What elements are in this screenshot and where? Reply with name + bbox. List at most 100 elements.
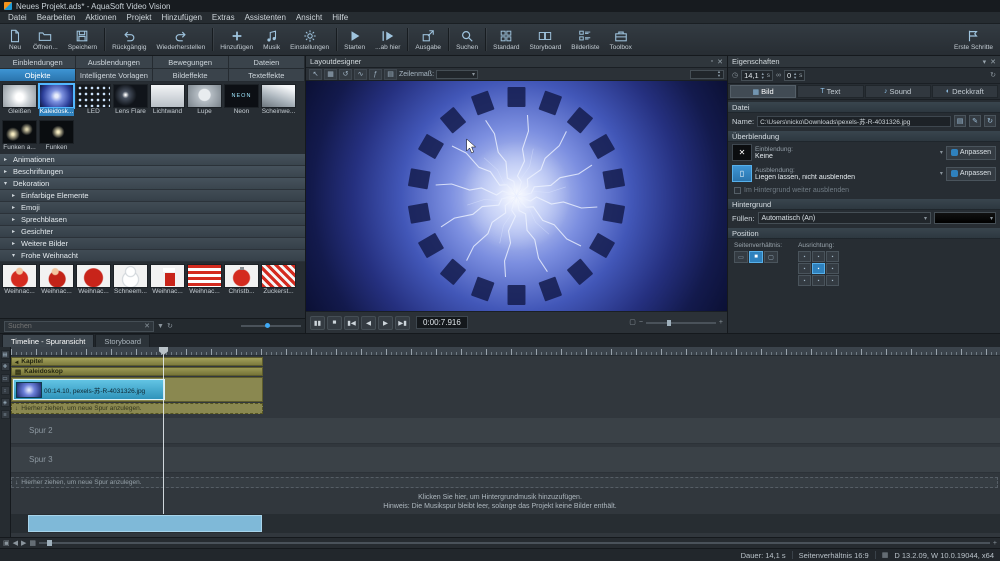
transport-button[interactable]: ▮▮ — [310, 316, 325, 330]
toolbar-button[interactable]: Neu — [2, 25, 28, 54]
timeline-tool-button[interactable]: ▦ — [1, 350, 10, 359]
new-track-drop-zone[interactable]: ↓ Hierher ziehen, um neue Spur anzulegen… — [11, 477, 998, 488]
pool-tab[interactable]: Bildeffekte — [153, 69, 229, 82]
zoom-in-icon[interactable]: + — [993, 540, 997, 547]
expander-icon[interactable]: ▸ — [12, 216, 18, 223]
tree-item[interactable]: ▸ Animationen — [0, 154, 305, 166]
ratio-original-button[interactable]: ▭ — [734, 251, 748, 263]
designer-tool-button[interactable]: ▦ — [324, 69, 337, 80]
browse-file-button[interactable]: ▤ — [954, 115, 966, 127]
thumbnail-size-slider[interactable] — [241, 325, 301, 327]
toolbar-button[interactable]: Speichern — [63, 25, 102, 54]
duration-field[interactable]: 14,1 ▲▼ s — [741, 70, 773, 81]
zoom-in-icon[interactable]: + — [719, 319, 723, 326]
align-top-left-button[interactable]: ▪ — [798, 251, 811, 262]
toolbar-button[interactable]: Hinzufügen — [215, 25, 258, 54]
tree-item[interactable]: ▸ Weitere Bilder — [0, 238, 305, 250]
music-track-hint[interactable]: Klicken Sie hier, um Hintergrundmusik hi… — [0, 493, 1000, 511]
expander-icon[interactable]: ▸ — [12, 204, 18, 211]
menu-item[interactable]: Extras — [207, 13, 240, 22]
stepper-icon[interactable]: ▲▼ — [717, 70, 721, 78]
clear-search-icon[interactable]: ✕ — [144, 323, 150, 330]
expander-icon[interactable]: ▾ — [4, 180, 10, 187]
refresh-icon[interactable]: ↻ — [990, 72, 996, 79]
fullscreen-icon[interactable]: ▢ — [629, 319, 636, 326]
designer-value-field[interactable]: ▲▼ — [690, 70, 724, 79]
timeline-tool-button[interactable]: ▭ — [1, 374, 10, 383]
designer-tool-button[interactable]: ∿ — [354, 69, 367, 80]
measure-dropdown[interactable]: ▾ — [436, 70, 478, 79]
close-icon[interactable]: ✕ — [990, 58, 996, 66]
menu-item[interactable]: Aktionen — [80, 13, 121, 22]
pool-tab[interactable]: Objekte — [0, 69, 76, 82]
slider-thumb[interactable] — [265, 323, 270, 328]
toolbar-button[interactable]: Bilderliste — [566, 25, 604, 54]
align-bottom-left-button[interactable]: ▪ — [798, 275, 811, 286]
pool-tab[interactable]: Intelligente Vorlagen — [76, 69, 152, 82]
tree-item[interactable]: ▸ Einfarbige Elemente — [0, 190, 305, 202]
toolbar-button[interactable]: Toolbox — [604, 25, 636, 54]
scroll-right-icon[interactable]: ▶ — [21, 540, 26, 547]
timeline-tab[interactable]: Storyboard — [95, 334, 150, 347]
link-icon[interactable]: ∞ — [776, 72, 781, 79]
fade-out-select[interactable]: Ausblendung: Liegen lassen, nicht ausble… — [755, 167, 937, 181]
background-color-well[interactable]: ▾ — [934, 212, 996, 224]
toolbar-button[interactable]: Standard — [488, 25, 524, 54]
video-preview[interactable] — [306, 81, 727, 311]
transport-button[interactable]: ▶▮ — [395, 316, 410, 330]
menu-item[interactable]: Projekt — [122, 13, 157, 22]
collapse-icon[interactable]: ◂ — [15, 358, 18, 366]
fade-out-preview[interactable]: ▯ — [732, 165, 752, 182]
effect-thumbnail[interactable]: Lichtwand — [150, 84, 185, 116]
effect-thumbnail[interactable]: Gleißen — [2, 84, 37, 116]
tree-item[interactable]: ▸ Sprechblasen — [0, 214, 305, 226]
fade-in-select[interactable]: Einblendung: Keine — [755, 146, 937, 160]
toolbar-button[interactable]: Rückgängig — [107, 25, 151, 54]
timeline-tool-button[interactable]: ◈ — [1, 398, 10, 407]
expander-icon[interactable]: ▸ — [4, 168, 10, 175]
fade-in-adjust-button[interactable]: Anpassen — [946, 146, 996, 160]
chevron-down-icon[interactable]: ▾ — [940, 149, 943, 156]
offset-field[interactable]: 0 ▲▼ s — [784, 70, 805, 81]
toolbar-button[interactable]: Ausgabe — [410, 25, 446, 54]
properties-tab[interactable]: ◐ Deckkraft — [932, 85, 998, 98]
pool-tab[interactable]: Dateien — [229, 56, 305, 69]
toolbar-button[interactable]: ...ab hier — [370, 25, 405, 54]
expander-icon[interactable]: ▾ — [12, 252, 18, 259]
effect-thumbnail[interactable]: Neon — [224, 84, 259, 116]
menu-item[interactable]: Hinzufügen — [156, 13, 206, 22]
expander-icon[interactable]: ▸ — [12, 228, 18, 235]
menu-item[interactable]: Assistenten — [240, 13, 291, 22]
tree-item[interactable]: ▾ Frohe Weihnacht — [0, 250, 305, 262]
tree-item[interactable]: ▸ Emoji — [0, 202, 305, 214]
christmas-thumbnail[interactable]: Weihnac... — [2, 264, 37, 296]
christmas-thumbnail[interactable]: Zuckerst... — [261, 264, 296, 296]
timeline-hscrollbar[interactable] — [11, 514, 1000, 533]
reload-file-button[interactable]: ↻ — [984, 115, 996, 127]
ratio-keep-button[interactable]: ■ — [749, 251, 763, 263]
align-top-right-button[interactable]: ▪ — [826, 251, 839, 262]
transport-button[interactable]: ◀ — [361, 316, 376, 330]
menu-item[interactable]: Ansicht — [291, 13, 327, 22]
track-1[interactable]: 00:14.10, pexels-苏-R-4031326.jpg — [11, 377, 263, 402]
align-middle-left-button[interactable]: ▪ — [798, 263, 811, 274]
toolbar-button[interactable]: Wiederherstellen — [151, 25, 210, 54]
search-input[interactable] — [8, 323, 142, 330]
expander-icon[interactable]: ▸ — [4, 156, 10, 163]
filter-icon[interactable]: ▼ — [157, 323, 164, 330]
toolbar-button[interactable]: Suchen — [451, 25, 483, 54]
designer-tool-button[interactable]: ƒ — [369, 69, 382, 80]
effect-thumbnail[interactable]: Funken a... — [2, 120, 37, 152]
transport-button[interactable]: ▶ — [378, 316, 393, 330]
fill-mode-dropdown[interactable]: Automatisch (An) ▾ — [758, 212, 931, 224]
toolbar-button[interactable]: Starten — [339, 25, 370, 54]
effect-thumbnail[interactable]: Lupe — [187, 84, 222, 116]
designer-tool-button[interactable]: ↖ — [309, 69, 322, 80]
timeline-tool-button[interactable]: ≡ — [1, 410, 10, 419]
expander-icon[interactable]: ▸ — [12, 192, 18, 199]
align-center-button[interactable]: ▪ — [812, 263, 825, 274]
christmas-thumbnail[interactable]: Christb... — [224, 264, 259, 296]
fit-timeline-icon[interactable]: ▣ — [3, 540, 10, 547]
slider-thumb[interactable] — [667, 320, 671, 326]
christmas-thumbnail[interactable]: Weihnac... — [39, 264, 74, 296]
